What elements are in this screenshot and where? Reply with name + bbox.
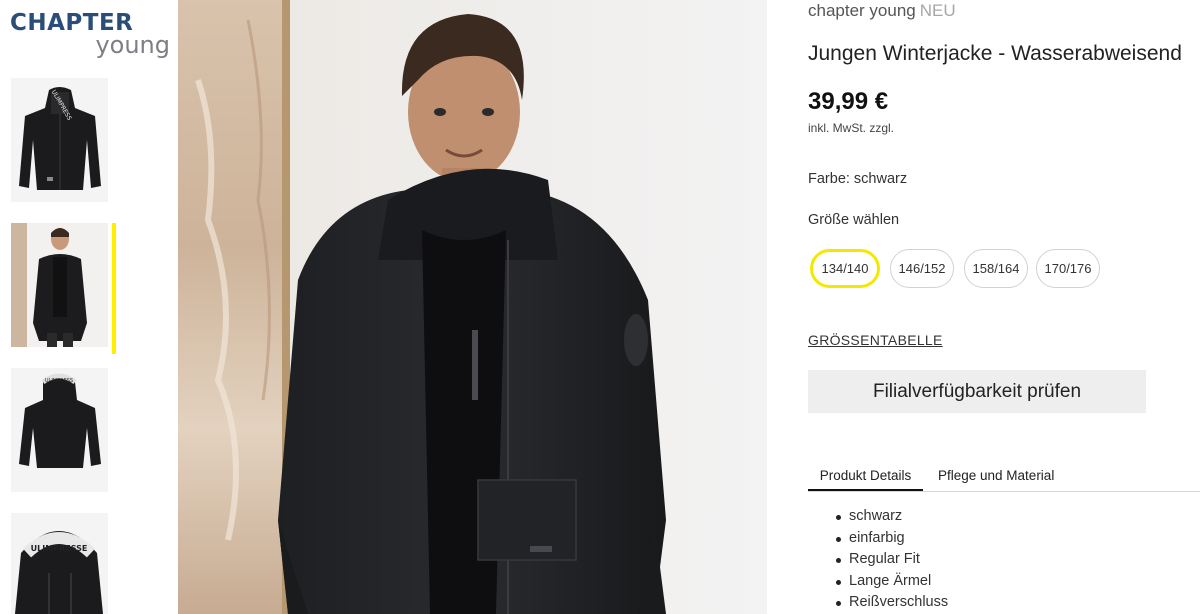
thumbnail-column: CHAPTER young ULIMPRESS ULIMPRESS ULIMPR… xyxy=(0,0,178,614)
list-item: einfarbig xyxy=(808,528,1188,550)
list-item: Reißverschluss xyxy=(808,592,1188,614)
size-option-146-152[interactable]: 146/152 xyxy=(890,249,954,288)
list-item: Regular Fit xyxy=(808,549,1188,571)
model-photo xyxy=(178,0,767,614)
product-title: Jungen Winterjacke - Wasserabweisend xyxy=(808,42,1182,65)
color-label: Farbe: schwarz xyxy=(808,171,908,187)
svg-text:ULIMPRESS: ULIMPRESS xyxy=(45,378,73,384)
jacket-front-image: ULIMPRESS xyxy=(11,78,108,202)
logo-wordmark-young: young xyxy=(95,31,170,59)
product-info-panel: chapter young NEU Jungen Winterjacke - Wa… xyxy=(767,0,1200,614)
thumbnail-jacket-front[interactable]: ULIMPRESS xyxy=(11,78,108,202)
size-label: Größe wählen xyxy=(808,212,900,228)
new-badge: NEU xyxy=(919,1,956,20)
main-product-image[interactable] xyxy=(178,0,767,614)
size-option-158-164[interactable]: 158/164 xyxy=(964,249,1028,288)
tax-note: inkl. MwSt. zzgl. xyxy=(808,121,895,135)
model-front-image xyxy=(11,223,108,347)
brand-logo[interactable]: CHAPTER young xyxy=(10,10,172,60)
tab-pflege-und-material[interactable]: Pflege und Material xyxy=(938,465,1054,487)
svg-text:ULIMPRESSE: ULIMPRESSE xyxy=(31,544,88,553)
product-price: 39,99 € xyxy=(808,88,889,115)
store-availability-button[interactable]: Filialverfügbarkeit prüfen xyxy=(808,370,1146,413)
tab-produkt-details[interactable]: Produkt Details xyxy=(808,465,923,491)
thumbnail-jacket-back[interactable]: ULIMPRESS xyxy=(11,368,108,492)
product-tabs: Produkt Details Pflege und Material xyxy=(808,465,1200,492)
jacket-back-image: ULIMPRESS xyxy=(11,368,108,492)
brand-name[interactable]: chapter young xyxy=(808,1,916,20)
list-item: schwarz xyxy=(808,506,1188,528)
active-thumbnail-indicator xyxy=(112,223,116,354)
size-option-134-140[interactable]: 134/140 xyxy=(810,249,880,288)
product-details-list: schwarz einfarbig Regular Fit Lange Ärme… xyxy=(808,506,1188,614)
size-option-170-176[interactable]: 170/176 xyxy=(1036,249,1100,288)
thumbnail-hood-detail[interactable]: ULIMPRESSE xyxy=(11,513,108,614)
hood-detail-image: ULIMPRESSE xyxy=(11,513,108,614)
size-selector: 134/140 146/152 158/164 170/176 xyxy=(808,249,1200,289)
size-table-link[interactable]: GRÖSSENTABELLE xyxy=(808,330,943,350)
list-item: Lange Ärmel xyxy=(808,571,1188,593)
thumbnail-model-front[interactable] xyxy=(11,223,108,347)
product-brand[interactable]: chapter young NEU xyxy=(808,0,956,22)
